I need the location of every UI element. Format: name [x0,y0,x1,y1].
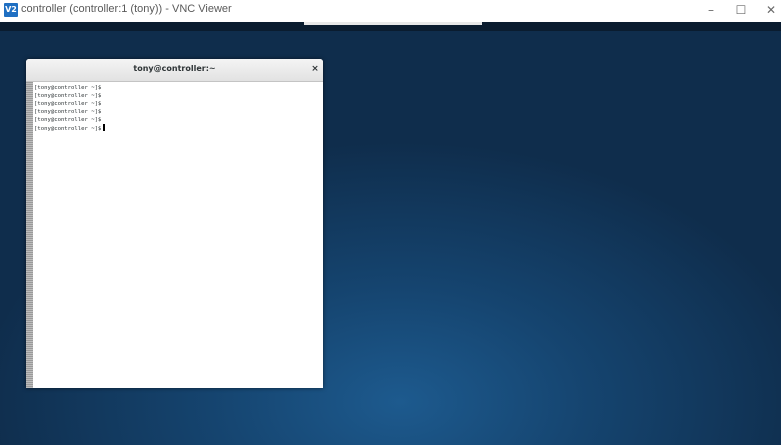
vnc-app-icon: V2 [4,3,18,17]
terminal-close-icon[interactable]: × [309,62,321,76]
text-cursor [103,124,106,131]
terminal-line: [tony@controller ~]$ [34,85,102,91]
terminal-line: [tony@controller ~]$ [34,109,102,115]
close-button[interactable]: ✕ [756,0,781,22]
terminal-prompt-line: [tony@controller ~]$ [34,124,319,132]
terminal-line: [tony@controller ~]$ [34,117,102,123]
top-panel-activity-indicator [304,22,482,25]
terminal-line: [tony@controller ~]$ [34,93,102,99]
minimize-button[interactable]: – [696,0,726,22]
title-bar[interactable]: V2 controller (controller:1 (tony)) - VN… [0,0,781,22]
terminal-prompt-text: [tony@controller ~]$ [34,126,102,132]
terminal-header-bar[interactable]: tony@controller:~ × [26,59,323,82]
terminal-scroll-gutter[interactable] [26,82,33,388]
terminal-text-area[interactable]: [tony@controller ~]$ [tony@controller ~]… [34,84,319,384]
remote-desktop[interactable]: tony@controller:~ × [tony@controller ~]$… [0,22,781,445]
maximize-button[interactable]: ☐ [726,0,756,22]
terminal-line: [tony@controller ~]$ [34,101,102,107]
window-title: controller (controller:1 (tony)) - VNC V… [21,3,232,15]
terminal-title: tony@controller:~ [133,64,216,73]
vnc-viewer-window: V2 controller (controller:1 (tony)) - VN… [0,0,781,445]
terminal-window[interactable]: tony@controller:~ × [tony@controller ~]$… [26,59,323,388]
